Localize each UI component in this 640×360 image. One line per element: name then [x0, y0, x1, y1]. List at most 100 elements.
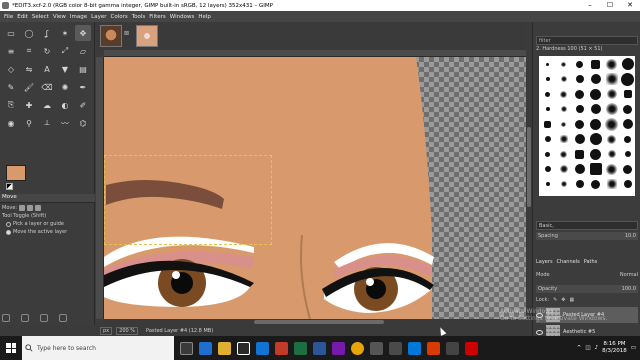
app-icon[interactable]	[389, 341, 402, 355]
tab-channels[interactable]: Channels	[557, 259, 580, 265]
shear-icon[interactable]: ▱	[75, 43, 91, 59]
brush-preset[interactable]	[540, 177, 555, 191]
brush-preset[interactable]	[620, 102, 635, 116]
menu-help[interactable]: Help	[198, 14, 211, 20]
image-tab-face[interactable]	[100, 25, 122, 47]
brush-preset[interactable]	[540, 72, 555, 86]
close-tab-icon[interactable]: ⊠	[124, 30, 129, 37]
lock-position-icon[interactable]: ✥	[561, 297, 565, 303]
menu-layer[interactable]: Layer	[91, 14, 106, 20]
brush-preset[interactable]	[572, 87, 587, 101]
maximize-button[interactable]: ☐	[600, 0, 620, 11]
image-tab-eye[interactable]	[136, 25, 158, 47]
delete-options-icon[interactable]	[40, 314, 48, 322]
start-button[interactable]	[0, 336, 22, 360]
app-icon[interactable]	[427, 341, 440, 355]
brush-preset[interactable]	[604, 117, 619, 131]
brush-preset[interactable]	[620, 132, 635, 146]
brush-preset[interactable]	[620, 147, 635, 161]
brush-preset[interactable]	[604, 132, 619, 146]
crop-icon[interactable]: ⌗	[21, 43, 37, 59]
gradient-icon[interactable]: ▤	[75, 61, 91, 77]
vertical-ruler[interactable]	[96, 57, 104, 319]
paintbrush-icon[interactable]: 🖌	[21, 79, 37, 95]
opacity-slider[interactable]: Opacity 100.0	[536, 285, 638, 293]
onenote-icon[interactable]	[332, 341, 345, 355]
brush-preset[interactable]	[620, 177, 635, 191]
move-icon[interactable]: ✥	[75, 25, 91, 41]
save-options-icon[interactable]	[2, 314, 10, 322]
brush-preset[interactable]	[556, 147, 571, 161]
brush-preset[interactable]	[620, 87, 635, 101]
store-icon[interactable]	[237, 341, 250, 355]
clone-icon[interactable]: ⎘	[3, 97, 19, 113]
brush-preset[interactable]	[556, 87, 571, 101]
brush-preset[interactable]	[588, 177, 603, 191]
brush-preset[interactable]	[572, 57, 587, 71]
brush-preset[interactable]	[572, 72, 587, 86]
menu-image[interactable]: Image	[70, 14, 87, 20]
menu-filters[interactable]: Filters	[149, 14, 166, 20]
measure-icon[interactable]: ⟂	[39, 115, 55, 131]
layer-mode-icon[interactable]	[19, 205, 26, 211]
notifications-icon[interactable]: ▭	[631, 345, 636, 351]
powerpoint-icon[interactable]	[275, 341, 288, 355]
text-icon[interactable]: A	[39, 61, 55, 77]
menu-view[interactable]: View	[53, 14, 66, 20]
brush-preset[interactable]	[572, 102, 587, 116]
lock-alpha-icon[interactable]: ▦	[570, 297, 575, 303]
airbrush-icon[interactable]: ✺	[57, 79, 73, 95]
menu-tools[interactable]: Tools	[132, 14, 146, 20]
brush-preset[interactable]	[604, 72, 619, 86]
brush-preset[interactable]	[556, 117, 571, 131]
brush-preset[interactable]	[588, 147, 603, 161]
vertical-scroll-thumb[interactable]	[527, 127, 531, 207]
brush-preset[interactable]	[604, 102, 619, 116]
close-button[interactable]: ✕	[620, 0, 640, 11]
pencil-icon[interactable]: ✎	[3, 79, 19, 95]
horizontal-scroll-thumb[interactable]	[254, 320, 384, 324]
brush-preset[interactable]	[620, 57, 635, 71]
task-view-icon[interactable]	[180, 341, 193, 355]
brush-preset[interactable]	[604, 57, 619, 71]
scale-icon[interactable]: ⤢	[57, 43, 73, 59]
brush-preset[interactable]	[556, 162, 571, 176]
brush-preset[interactable]	[588, 162, 603, 176]
brush-preset[interactable]	[588, 72, 603, 86]
brush-preset[interactable]	[588, 87, 603, 101]
gimp-task-icon[interactable]	[370, 341, 383, 355]
minimize-button[interactable]: –	[580, 0, 600, 11]
menu-colors[interactable]: Colors	[110, 14, 127, 20]
unit-select[interactable]: px	[100, 326, 113, 335]
flip-icon[interactable]: ⇋	[21, 61, 37, 77]
brush-preset[interactable]	[556, 132, 571, 146]
warp-icon[interactable]: 〰	[57, 115, 73, 131]
perspective-icon[interactable]: ◇	[3, 61, 19, 77]
spacing-slider[interactable]: Spacing 10.0	[536, 232, 638, 240]
brush-preset[interactable]	[620, 162, 635, 176]
volume-icon[interactable]: ♪	[595, 345, 599, 351]
cage-icon[interactable]: ⌬	[75, 115, 91, 131]
heal-icon[interactable]: ✚	[21, 97, 37, 113]
foreground-color-swatch[interactable]	[6, 165, 26, 181]
lasso-icon[interactable]: ʆ	[39, 25, 55, 41]
menu-edit[interactable]: Edit	[17, 14, 28, 20]
tray-chevron-icon[interactable]: ^	[577, 345, 582, 351]
brush-preset[interactable]	[588, 117, 603, 131]
mode-select[interactable]: Normal	[620, 272, 638, 278]
selection-mode-icon[interactable]	[27, 205, 34, 211]
image-canvas[interactable]	[104, 57, 526, 319]
reset-options-icon[interactable]	[59, 314, 67, 322]
brush-preset[interactable]	[540, 102, 555, 116]
excel-icon[interactable]	[294, 341, 307, 355]
smudge-icon[interactable]: ☁	[39, 97, 55, 113]
brush-preset[interactable]	[540, 57, 555, 71]
word-icon[interactable]	[313, 341, 326, 355]
dodge-icon[interactable]: ◐	[57, 97, 73, 113]
color-picker-icon[interactable]: ◉	[3, 115, 19, 131]
brush-preset[interactable]	[540, 162, 555, 176]
brush-preset[interactable]	[588, 102, 603, 116]
brush-preset[interactable]	[620, 72, 635, 86]
brush-preset[interactable]	[540, 132, 555, 146]
brush-preset[interactable]	[604, 177, 619, 191]
